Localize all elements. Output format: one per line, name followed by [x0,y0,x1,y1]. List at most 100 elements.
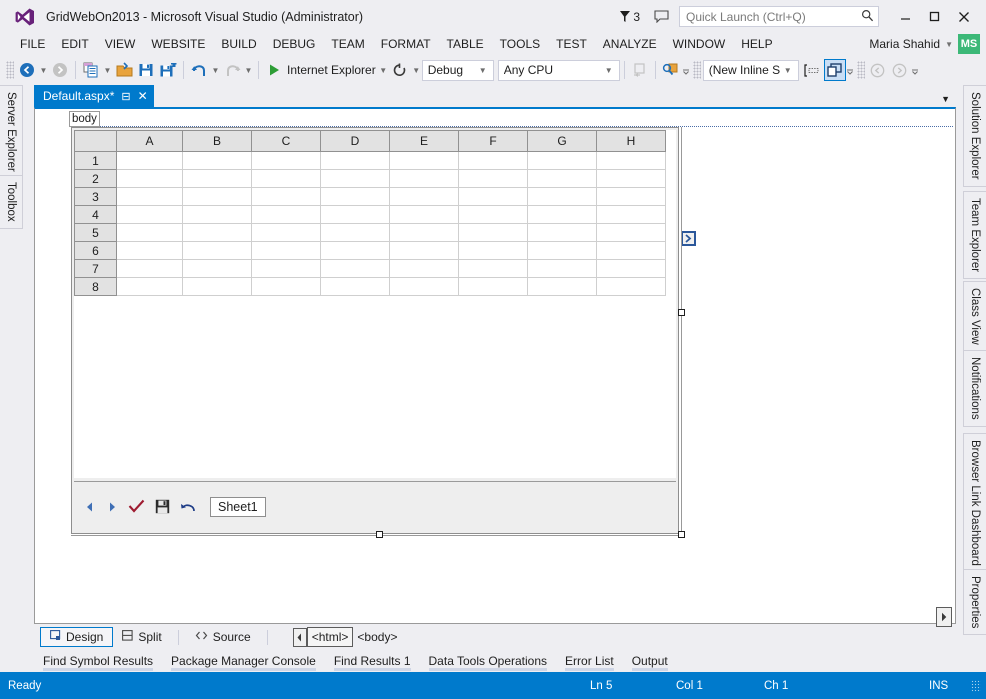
new-item-dropdown-icon[interactable]: ▼ [102,59,113,81]
cell-G4[interactable] [527,205,597,224]
sidebar-item-solution-explorer[interactable]: Solution Explorer [963,85,986,187]
tab-find-results-1[interactable]: Find Results 1 [325,652,420,671]
cell-H2[interactable] [596,169,666,188]
column-header-h[interactable]: H [596,130,666,152]
sidebar-item-browser-link-dashboard[interactable]: Browser Link Dashboard [963,433,986,573]
cell-E1[interactable] [389,151,459,170]
menu-item-table[interactable]: TABLE [439,36,492,52]
column-header-d[interactable]: D [320,130,390,152]
style-target-rule-icon[interactable] [802,59,824,81]
search-input[interactable]: Quick Launch (Ctrl+Q) [686,10,861,24]
cell-F1[interactable] [458,151,528,170]
cell-H8[interactable] [596,277,666,296]
tag-nav-html[interactable]: <html> [306,627,354,647]
web-form-designer-surface[interactable]: body A B C D E F G H 1 2 3 4 5 6 7 8 She… [34,107,956,624]
cell-G6[interactable] [527,241,597,260]
sidebar-item-team-explorer[interactable]: Team Explorer [963,191,986,280]
column-header-g[interactable]: G [527,130,597,152]
cell-C4[interactable] [251,205,321,224]
tab-error-list[interactable]: Error List [556,652,623,671]
chevron-down-icon[interactable]: ▼ [475,66,491,75]
tag-nav-back-icon[interactable] [292,627,307,647]
row-header-1[interactable]: 1 [74,151,117,170]
column-header-a[interactable]: A [116,130,183,152]
cell-B8[interactable] [182,277,252,296]
cell-D2[interactable] [320,169,390,188]
gridweb-sheet-scroll-area[interactable]: A B C D E F G H 12345678 [74,130,676,478]
cell-E2[interactable] [389,169,459,188]
cell-B2[interactable] [182,169,252,188]
cell-G1[interactable] [527,151,597,170]
feedback-speech-bubble-icon[interactable] [654,10,669,23]
notification-flag-icon[interactable]: 3 [619,10,640,24]
undo-icon[interactable] [188,59,210,81]
toolbar-grip[interactable] [6,61,14,79]
tab-find-symbol-results[interactable]: Find Symbol Results [34,652,162,671]
pin-icon[interactable]: ⊟ [121,90,130,103]
select-all-corner[interactable] [74,130,117,152]
menu-item-help[interactable]: HELP [733,36,780,52]
tag-nav-body[interactable]: <body> [353,628,401,646]
menu-item-team[interactable]: TEAM [323,36,372,52]
row-header-7[interactable]: 7 [74,259,117,278]
solution-configuration-combo[interactable]: Debug ▼ [421,59,494,81]
cell-H3[interactable] [596,187,666,206]
sidebar-item-notifications[interactable]: Notifications [963,350,986,427]
cell-C3[interactable] [251,187,321,206]
cell-E3[interactable] [389,187,459,206]
column-header-e[interactable]: E [389,130,459,152]
minimize-button[interactable] [891,5,920,29]
row-header-6[interactable]: 6 [74,241,117,260]
gridweb-control[interactable]: A B C D E F G H 12345678 Sheet1 [71,127,679,534]
cell-C8[interactable] [251,277,321,296]
menu-item-build[interactable]: BUILD [213,36,264,52]
save-floppy-icon[interactable] [155,499,170,514]
cell-B3[interactable] [182,187,252,206]
cell-H1[interactable] [596,151,666,170]
cell-F5[interactable] [458,223,528,242]
close-button[interactable] [949,5,978,29]
cell-C2[interactable] [251,169,321,188]
menu-item-test[interactable]: TEST [548,36,595,52]
cell-C6[interactable] [251,241,321,260]
cell-F6[interactable] [458,241,528,260]
sheet-tab-sheet1[interactable]: Sheet1 [210,496,266,517]
cell-A8[interactable] [116,277,183,296]
cell-H5[interactable] [596,223,666,242]
quick-launch-search-box[interactable]: Quick Launch (Ctrl+Q) [679,6,879,27]
cell-A4[interactable] [116,205,183,224]
start-debug-dropdown-icon[interactable]: ▼ [378,59,389,81]
column-header-b[interactable]: B [182,130,252,152]
solution-platform-combo[interactable]: Any CPU ▼ [497,59,620,81]
maximize-button[interactable] [920,5,949,29]
avatar[interactable]: MS [958,34,980,54]
save-all-icon[interactable] [157,59,179,81]
cell-G5[interactable] [527,223,597,242]
sidebar-item-properties[interactable]: Properties [963,569,986,636]
sidebar-item-class-view[interactable]: Class View [963,281,986,352]
cell-B6[interactable] [182,241,252,260]
prev-sheet-arrow-icon[interactable] [84,501,96,513]
cell-A2[interactable] [116,169,183,188]
chevron-down-icon[interactable]: ▼ [941,94,950,104]
menu-item-debug[interactable]: DEBUG [265,36,324,52]
menu-item-website[interactable]: WEBSITE [143,36,213,52]
next-sheet-arrow-icon[interactable] [106,501,118,513]
undo-arrow-icon[interactable] [180,500,196,514]
start-debug-target-label[interactable]: Internet Explorer [285,63,378,77]
menu-item-view[interactable]: VIEW [97,36,144,52]
target-rule-style-combo[interactable]: (New Inline Style ▼ [702,59,799,81]
resize-grip-icon[interactable] [971,679,981,692]
cell-H4[interactable] [596,205,666,224]
user-name-label[interactable]: Maria Shahid [869,37,940,51]
sidebar-item-server-explorer[interactable]: Server Explorer [0,85,23,179]
cell-F3[interactable] [458,187,528,206]
cell-C7[interactable] [251,259,321,278]
scroll-right-arrow-icon[interactable] [936,607,952,627]
tab-source-view[interactable]: Source [186,628,260,646]
navigate-back-icon[interactable] [16,59,38,81]
sidebar-item-toolbox[interactable]: Toolbox [0,175,23,229]
body-element-tag[interactable]: body [69,111,100,127]
tab-design-view[interactable]: Design [40,627,114,647]
chevron-down-icon[interactable]: ▼ [780,66,796,75]
